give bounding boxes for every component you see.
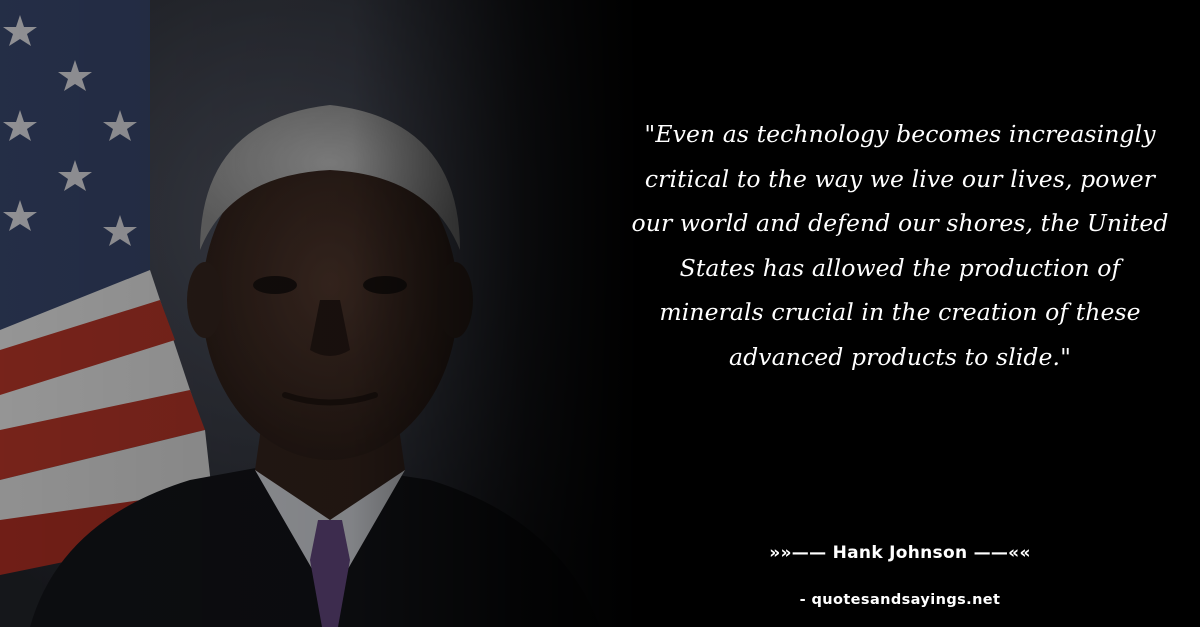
- portrait-photo: [0, 0, 640, 627]
- quote-card: "Even as technology becomes increasingly…: [0, 0, 1200, 627]
- site-credit[interactable]: - quotesandsayings.net: [700, 592, 1100, 608]
- quote-author: »»—— Hank Johnson ——««: [769, 543, 1031, 563]
- quote-text: "Even as technology becomes increasingly…: [631, 120, 1169, 371]
- photo-fade-overlay: [0, 0, 640, 627]
